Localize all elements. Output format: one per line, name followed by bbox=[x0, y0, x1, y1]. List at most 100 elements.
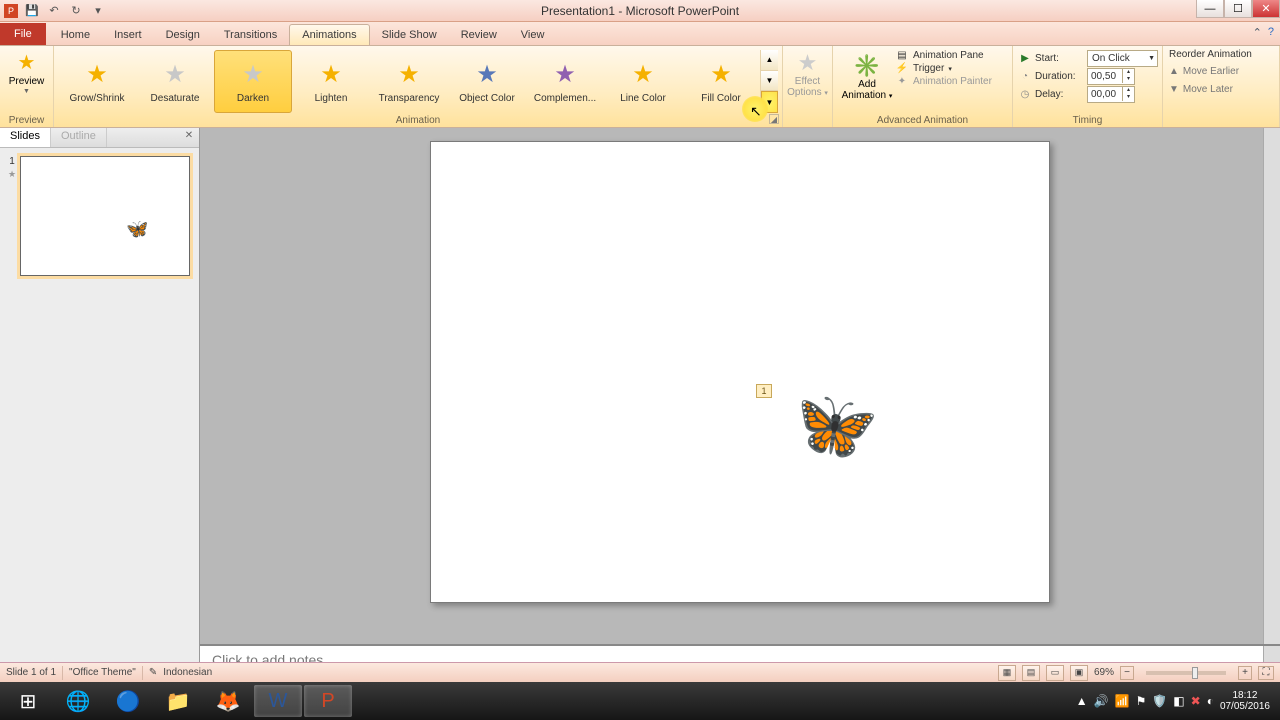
animation-line-color[interactable]: ★Line Color bbox=[604, 50, 682, 113]
gallery-item-label: Desaturate bbox=[151, 93, 200, 104]
tab-insert[interactable]: Insert bbox=[102, 25, 154, 45]
panel-tab-outline[interactable]: Outline bbox=[51, 128, 107, 147]
duration-label: Duration: bbox=[1035, 71, 1083, 82]
sorter-view-button[interactable]: ▤ bbox=[1022, 665, 1040, 681]
normal-view-button[interactable]: ▦ bbox=[998, 665, 1016, 681]
chevron-down-icon: ▼ bbox=[1148, 55, 1155, 62]
duration-spinner[interactable]: 00,50▴▾ bbox=[1087, 68, 1135, 85]
status-theme: "Office Theme" bbox=[69, 667, 136, 678]
animation-order-tag[interactable]: 1 bbox=[756, 384, 772, 398]
undo-icon[interactable]: ↶ bbox=[46, 3, 62, 19]
gallery-more-button[interactable]: ▼ bbox=[761, 91, 778, 113]
preview-star-icon: ★ bbox=[18, 50, 36, 75]
animation-fill-color[interactable]: ★Fill Color bbox=[682, 50, 760, 113]
tray-network-icon[interactable]: 📶 bbox=[1115, 694, 1130, 708]
fit-window-button[interactable]: ⛶ bbox=[1258, 666, 1274, 680]
butterfly-image[interactable]: 🦋 bbox=[779, 373, 884, 476]
slide-canvas[interactable]: 1 🦋 bbox=[430, 141, 1050, 603]
star-icon: ★ bbox=[164, 60, 186, 89]
slide-thumbnail[interactable]: 🦋 bbox=[20, 156, 190, 276]
up-arrow-icon: ▲ bbox=[1169, 66, 1179, 77]
star-icon: ★ bbox=[320, 60, 342, 89]
group-label-timing: Timing bbox=[1013, 115, 1162, 126]
animation-transparency[interactable]: ★Transparency bbox=[370, 50, 448, 113]
minimize-ribbon-icon[interactable]: ⌃ bbox=[1253, 26, 1262, 39]
close-button[interactable]: ✕ bbox=[1252, 0, 1280, 18]
start-combo[interactable]: On Click▼ bbox=[1087, 50, 1158, 67]
qat-more-icon[interactable]: ▾ bbox=[90, 3, 106, 19]
tab-animations[interactable]: Animations bbox=[289, 24, 369, 45]
add-animation-label: Add Animation bbox=[842, 79, 886, 101]
slide-canvas-area: 1 🦋 bbox=[200, 128, 1280, 662]
group-effect-options: ★ Effect Options ▾ bbox=[783, 46, 833, 127]
trigger-button[interactable]: ⚡Trigger ▾ bbox=[895, 63, 1006, 74]
minimize-button[interactable]: — bbox=[1196, 0, 1224, 18]
tray-up-icon[interactable]: ▲ bbox=[1076, 694, 1088, 708]
tab-home[interactable]: Home bbox=[49, 25, 102, 45]
zoom-in-button[interactable]: + bbox=[1238, 666, 1252, 680]
delay-spinner[interactable]: 00,00▴▾ bbox=[1087, 86, 1135, 103]
star-icon: ★ bbox=[554, 60, 576, 89]
tab-view[interactable]: View bbox=[509, 25, 557, 45]
start-button[interactable]: ⊞ bbox=[4, 685, 52, 717]
tray-battery-icon[interactable]: 🛡️ bbox=[1152, 694, 1167, 708]
slideshow-view-button[interactable]: ▣ bbox=[1070, 665, 1088, 681]
status-bar: Slide 1 of 1 "Office Theme" ✎ Indonesian… bbox=[0, 662, 1280, 682]
animation-complemen-[interactable]: ★Complemen... bbox=[526, 50, 604, 113]
animation-lighten[interactable]: ★Lighten bbox=[292, 50, 370, 113]
butterfly-thumb-icon: 🦋 bbox=[126, 219, 148, 240]
redo-icon[interactable]: ↻ bbox=[68, 3, 84, 19]
taskbar-ie[interactable]: 🌐 bbox=[54, 685, 102, 717]
start-label: Start: bbox=[1035, 53, 1083, 64]
preview-button[interactable]: ★ Preview ▼ bbox=[9, 46, 45, 95]
animation-desaturate[interactable]: ★ Desaturate bbox=[136, 50, 214, 113]
save-icon[interactable]: 💾 bbox=[24, 3, 40, 19]
star-icon: ★ bbox=[632, 60, 654, 89]
animation-darken[interactable]: ★Darken bbox=[214, 50, 292, 113]
status-slide: Slide 1 of 1 bbox=[6, 667, 56, 678]
taskbar-firefox[interactable]: 🦊 bbox=[204, 685, 252, 717]
panel-tab-slides[interactable]: Slides bbox=[0, 128, 51, 147]
tab-review[interactable]: Review bbox=[449, 25, 509, 45]
add-animation-button[interactable]: ✳️ Add Animation ▾ bbox=[839, 48, 895, 106]
panel-close-button[interactable]: ✕ bbox=[182, 130, 196, 144]
animation-painter-icon: ✦ bbox=[895, 76, 909, 87]
taskbar-explorer[interactable]: 📁 bbox=[154, 685, 202, 717]
tab-file[interactable]: File bbox=[0, 23, 46, 45]
animation-object-color[interactable]: ★Object Color bbox=[448, 50, 526, 113]
help-icon[interactable]: ? bbox=[1268, 26, 1274, 39]
tray-volume-icon[interactable]: 🔊 bbox=[1094, 694, 1109, 708]
tab-design[interactable]: Design bbox=[154, 25, 212, 45]
star-icon: ★ bbox=[710, 60, 732, 89]
animation-launcher[interactable]: ◢ bbox=[769, 114, 779, 124]
group-animation: ★Grow/Shrink★Desaturate★Darken★Lighten★T… bbox=[54, 46, 783, 127]
maximize-button[interactable]: ☐ bbox=[1224, 0, 1252, 18]
spellcheck-icon[interactable]: ✎ bbox=[149, 667, 157, 678]
zoom-slider[interactable] bbox=[1146, 671, 1226, 675]
tray-close-icon[interactable]: ✖ bbox=[1191, 694, 1201, 708]
zoom-out-button[interactable]: − bbox=[1120, 666, 1134, 680]
animation-pane-button[interactable]: ▤Animation Pane bbox=[895, 50, 1006, 61]
tray-app-icon[interactable]: ◐ bbox=[1207, 694, 1214, 708]
taskbar-chrome[interactable]: 🔵 bbox=[104, 685, 152, 717]
taskbar-powerpoint[interactable]: P bbox=[304, 685, 352, 717]
animation-grow-shrink[interactable]: ★Grow/Shrink bbox=[58, 50, 136, 113]
status-language[interactable]: Indonesian bbox=[163, 667, 212, 678]
gallery-down-button[interactable]: ▼ bbox=[761, 71, 778, 92]
add-animation-icon: ✳️ bbox=[853, 53, 880, 79]
gallery-up-button[interactable]: ▲ bbox=[761, 50, 778, 71]
gallery-item-label: Grow/Shrink bbox=[69, 93, 124, 104]
tab-slideshow[interactable]: Slide Show bbox=[370, 25, 449, 45]
reading-view-button[interactable]: ▭ bbox=[1046, 665, 1064, 681]
group-label-advanced: Advanced Animation bbox=[833, 115, 1012, 126]
tray-misc-icon[interactable]: ◧ bbox=[1173, 694, 1184, 708]
tray-action-icon[interactable]: ⚑ bbox=[1136, 694, 1147, 708]
taskbar-word[interactable]: W bbox=[254, 685, 302, 717]
main-area: Slides Outline ✕ 1 ★ 🦋 1 🦋 bbox=[0, 128, 1280, 662]
group-label-animation: Animation bbox=[54, 115, 782, 126]
chevron-down-icon: ▼ bbox=[23, 88, 30, 95]
tab-transitions[interactable]: Transitions bbox=[212, 25, 289, 45]
tray-clock[interactable]: 18:12 07/05/2016 bbox=[1220, 690, 1270, 712]
animation-painter-button[interactable]: ✦Animation Painter bbox=[895, 76, 1006, 87]
vertical-scrollbar[interactable] bbox=[1263, 128, 1280, 662]
